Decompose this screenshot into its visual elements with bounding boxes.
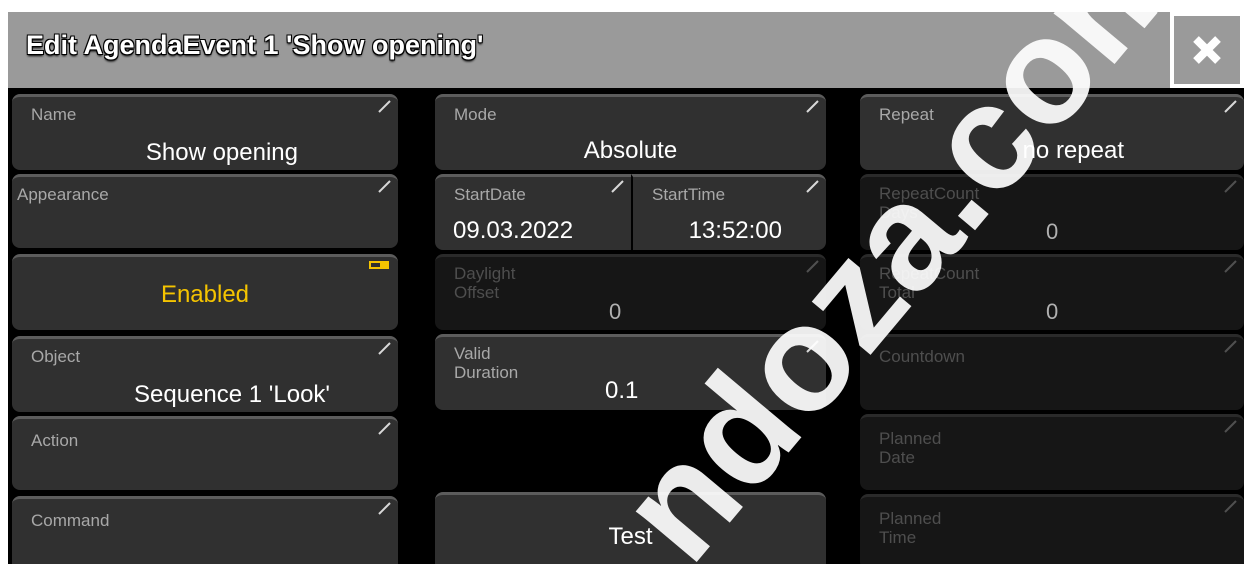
- edit-corner-icon: [378, 342, 391, 355]
- planned-time-label-line2: Time: [879, 528, 917, 547]
- start-time-value: 13:52:00: [688, 217, 782, 244]
- edit-corner-icon: [1224, 100, 1237, 113]
- planned-date-label-line2: Date: [879, 448, 915, 467]
- object-value: Sequence 1 'Look': [134, 381, 330, 408]
- start-time-button[interactable]: StartTime 13:52:00: [631, 174, 826, 250]
- repeat-count-days-button[interactable]: RepeatCount Days 0: [860, 174, 1244, 250]
- planned-time-label: Planned Time: [879, 509, 941, 547]
- planned-time-label-line1: Planned: [879, 509, 942, 528]
- repeat-button[interactable]: Repeat no repeat: [860, 94, 1244, 170]
- test-label: Test: [608, 523, 653, 550]
- appearance-button[interactable]: Appearance: [12, 174, 398, 248]
- repeat-count-total-label-line1: RepeatCount: [879, 264, 980, 283]
- valid-duration-label-line1: Valid: [454, 344, 491, 363]
- edit-corner-icon: [1224, 260, 1237, 273]
- command-button[interactable]: Command: [12, 496, 398, 564]
- title-bar: Edit AgendaEvent 1 'Show opening': [8, 12, 1244, 88]
- daylight-offset-label-line2: Offset: [454, 283, 500, 302]
- object-label: Object: [31, 347, 81, 366]
- edit-corner-icon: [1224, 500, 1237, 513]
- name-button[interactable]: Name Show opening: [12, 94, 398, 170]
- edit-corner-icon: [1224, 180, 1237, 193]
- enabled-value: Enabled: [160, 281, 250, 308]
- action-label: Action: [31, 431, 79, 450]
- object-button[interactable]: Object Sequence 1 'Look': [12, 336, 398, 412]
- valid-duration-button[interactable]: Valid Duration 0.1: [435, 334, 826, 410]
- repeat-count-days-value: 0: [1046, 219, 1059, 244]
- daylight-offset-value: 0: [609, 299, 622, 324]
- valid-duration-label: Valid Duration: [454, 344, 518, 382]
- start-date-button[interactable]: StartDate 09.03.2022: [435, 174, 631, 250]
- daylight-offset-label: Daylight Offset: [454, 264, 515, 302]
- repeat-count-total-label-line2: Total: [879, 283, 915, 302]
- appearance-label: Appearance: [17, 185, 109, 204]
- start-time-label: StartTime: [652, 185, 726, 204]
- name-label: Name: [31, 105, 77, 124]
- start-date-label: StartDate: [454, 185, 526, 204]
- planned-time-button[interactable]: Planned Time: [860, 494, 1244, 564]
- edit-corner-icon: [378, 100, 391, 113]
- toggle-indicator-icon: [369, 261, 389, 269]
- mode-button[interactable]: Mode Absolute: [435, 94, 826, 170]
- edit-corner-icon: [806, 260, 819, 273]
- edit-corner-icon: [378, 422, 391, 435]
- edit-corner-icon: [378, 180, 391, 193]
- repeat-count-days-label-line1: RepeatCount: [879, 184, 980, 203]
- repeat-count-total-button[interactable]: RepeatCount Total 0: [860, 254, 1244, 330]
- close-button[interactable]: [1170, 12, 1244, 88]
- action-button[interactable]: Action: [12, 416, 398, 490]
- planned-date-button[interactable]: Planned Date: [860, 414, 1244, 490]
- start-date-value: 09.03.2022: [453, 217, 574, 244]
- repeat-count-total-value: 0: [1046, 299, 1059, 324]
- repeat-label: Repeat: [879, 105, 934, 124]
- mode-label: Mode: [454, 105, 497, 124]
- mode-value: Absolute: [583, 137, 678, 164]
- valid-duration-label-line2: Duration: [454, 363, 519, 382]
- planned-date-label: Planned Date: [879, 429, 941, 467]
- repeat-count-days-label-line2: Days: [879, 203, 918, 222]
- edit-corner-icon: [806, 340, 819, 353]
- command-label: Command: [31, 511, 110, 530]
- enabled-toggle[interactable]: Enabled: [12, 254, 398, 330]
- edit-corner-icon: [378, 502, 391, 515]
- planned-date-label-line1: Planned: [879, 429, 942, 448]
- edit-corner-icon: [806, 100, 819, 113]
- name-value: Show opening: [145, 139, 298, 166]
- edit-agenda-event-dialog: Edit AgendaEvent 1 'Show opening' Name S…: [8, 12, 1244, 564]
- daylight-offset-label-line1: Daylight: [454, 264, 516, 283]
- repeat-count-total-label: RepeatCount Total: [879, 264, 979, 302]
- edit-corner-icon: [611, 180, 624, 193]
- test-button[interactable]: Test: [435, 492, 826, 564]
- edit-corner-icon: [806, 180, 819, 193]
- edit-corner-icon: [1224, 420, 1237, 433]
- countdown-label: Countdown: [879, 347, 966, 366]
- dialog-title: Edit AgendaEvent 1 'Show opening': [26, 30, 484, 60]
- valid-duration-value: 0.1: [605, 377, 639, 404]
- daylight-offset-button[interactable]: Daylight Offset 0: [435, 254, 826, 330]
- countdown-button[interactable]: Countdown: [860, 334, 1244, 410]
- repeat-value: no repeat: [1022, 137, 1124, 164]
- edit-corner-icon: [1224, 340, 1237, 353]
- repeat-count-days-label: RepeatCount Days: [879, 184, 979, 222]
- close-icon: [1193, 36, 1221, 64]
